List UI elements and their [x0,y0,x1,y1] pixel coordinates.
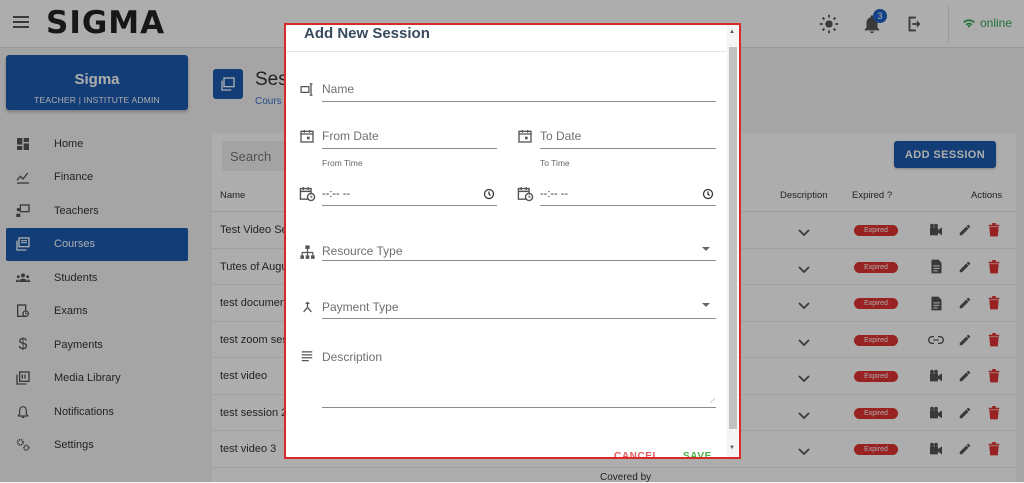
resize-handle-icon[interactable]: ⟋ [710,398,715,406]
save-button[interactable]: SAVE [683,451,712,457]
add-session-dialog: Add New Session Name From Date To Date F… [284,23,741,459]
scroll-up-icon[interactable]: ▲ [729,29,735,35]
scroll-down-icon[interactable]: ▼ [729,445,735,451]
dropdown-arrow-icon [702,303,710,307]
merge-arrow-icon [298,297,316,315]
payment-type-placeholder: Payment Type [322,300,399,314]
description-placeholder: Description [322,350,383,364]
to-time-field[interactable]: To Time --:-- -- [540,158,716,206]
calendar-clock-icon [298,184,316,202]
name-placeholder: Name [322,82,355,96]
text-field-icon [298,80,316,98]
to-date-field[interactable]: To Date [540,125,716,149]
to-time-value: --:-- -- [540,188,569,200]
dialog-scrollbar[interactable]: ▲ ▼ [727,25,739,457]
payment-type-select[interactable]: Payment Type [322,293,716,319]
calendar-icon [298,127,316,145]
from-time-value: --:-- -- [322,188,351,200]
description-textarea[interactable]: Description ⟋ [322,347,716,408]
calendar-clock-icon [516,184,534,202]
to-time-label: To Time [540,158,570,168]
calendar-icon [516,127,534,145]
dialog-title: Add New Session [304,25,430,42]
description-lines-icon [298,347,316,365]
scrollbar-thumb[interactable] [729,47,737,429]
dropdown-arrow-icon [702,247,710,251]
resource-type-select[interactable]: Resource Type [322,237,716,261]
dialog-divider [286,51,726,52]
clock-icon[interactable] [483,187,495,205]
clock-icon[interactable] [702,187,714,205]
from-date-field[interactable]: From Date [322,125,497,149]
from-date-placeholder: From Date [322,129,379,143]
cancel-button[interactable]: CANCEL [614,451,659,457]
from-time-label: From Time [322,158,363,168]
resource-type-placeholder: Resource Type [322,244,403,258]
name-field[interactable]: Name [322,78,716,102]
from-time-field[interactable]: From Time --:-- -- [322,158,497,206]
to-date-placeholder: To Date [540,129,582,143]
hierarchy-icon [298,243,316,261]
